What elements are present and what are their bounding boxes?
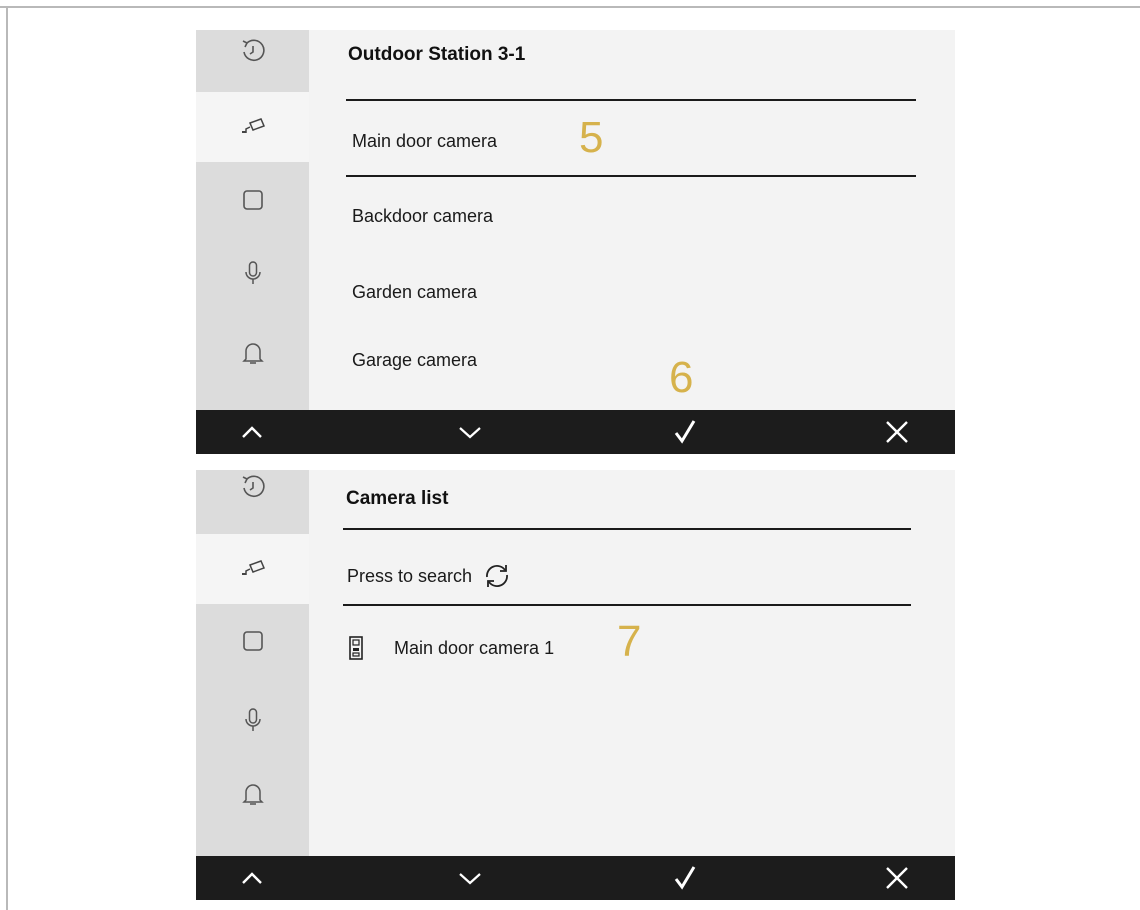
bell-icon: [241, 784, 264, 805]
page-title: Camera list: [346, 488, 449, 509]
sidebar-item-ringtone[interactable]: [196, 318, 309, 388]
confirm-button[interactable]: [655, 410, 715, 454]
list-item-main-door-camera[interactable]: Main door camera: [352, 131, 497, 152]
chevron-down-icon: [459, 873, 481, 885]
divider: [343, 604, 911, 606]
sidebar-item-audio[interactable]: [196, 685, 309, 755]
chevron-up-icon: [242, 872, 262, 884]
list-item-backdoor-camera[interactable]: Backdoor camera: [352, 206, 493, 227]
sidebar-item-display[interactable]: [196, 165, 309, 235]
divider: [346, 175, 916, 177]
bell-icon: [241, 343, 264, 364]
sidebar-item-camera[interactable]: [196, 92, 309, 162]
chevron-up-icon: [242, 426, 262, 438]
frame-top-border: [0, 6, 1140, 8]
check-icon: [674, 866, 696, 890]
frame-left-border: [6, 6, 8, 910]
square-icon: [242, 190, 263, 210]
sidebar: [196, 470, 309, 856]
history-icon: [242, 475, 265, 498]
close-button[interactable]: [867, 410, 927, 454]
divider: [346, 99, 916, 101]
close-icon: [886, 421, 908, 443]
list-item-main-door-camera-1[interactable]: Main door camera 1: [394, 638, 554, 659]
history-icon: [242, 39, 265, 62]
content-panel: Camera list Press to search Main door ca…: [309, 470, 955, 856]
microphone-icon: [244, 708, 261, 731]
square-icon: [242, 631, 263, 651]
search-button[interactable]: Press to search: [347, 561, 512, 591]
content-panel: Outdoor Station 3-1 Main door camera 5 B…: [309, 30, 955, 410]
check-icon: [674, 420, 696, 444]
confirm-button[interactable]: [655, 856, 715, 900]
sidebar-item-audio[interactable]: [196, 238, 309, 308]
microphone-icon: [244, 261, 261, 284]
up-button[interactable]: [222, 856, 282, 900]
sidebar: [196, 30, 309, 410]
annotation-5: 5: [579, 113, 604, 162]
camera-icon: [241, 560, 265, 575]
bottom-bar: [196, 856, 955, 900]
bottom-bar: [196, 410, 955, 454]
page-title: Outdoor Station 3-1: [348, 44, 526, 65]
annotation-7: 7: [617, 617, 642, 666]
sidebar-item-ringtone[interactable]: [196, 759, 309, 829]
up-button[interactable]: [222, 410, 282, 454]
screen-outdoor-station: Outdoor Station 3-1 Main door camera 5 B…: [196, 30, 955, 454]
down-button[interactable]: [440, 856, 500, 900]
close-button[interactable]: [867, 856, 927, 900]
sidebar-item-display[interactable]: [196, 606, 309, 676]
outdoor-station-device-icon: [349, 636, 363, 660]
camera-icon: [241, 118, 265, 133]
refresh-icon: [486, 565, 508, 587]
screen-camera-list: Camera list Press to search Main door ca…: [196, 470, 955, 900]
close-icon: [886, 867, 908, 889]
sidebar-item-camera[interactable]: [196, 534, 309, 604]
chevron-down-icon: [459, 427, 481, 439]
divider: [343, 528, 911, 530]
list-item-garden-camera[interactable]: Garden camera: [352, 282, 477, 303]
down-button[interactable]: [440, 410, 500, 454]
annotation-6: 6: [669, 353, 694, 402]
search-label: Press to search: [347, 565, 473, 586]
list-item-garage-camera[interactable]: Garage camera: [352, 350, 477, 371]
sidebar-item-history[interactable]: [196, 470, 309, 522]
sidebar-item-history[interactable]: [196, 30, 309, 86]
